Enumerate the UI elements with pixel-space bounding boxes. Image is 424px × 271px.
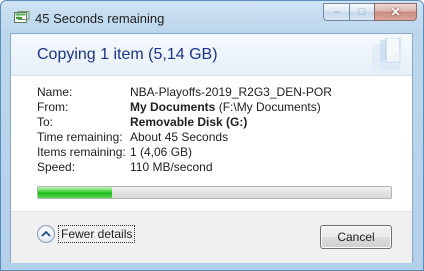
minimize-icon: – — [333, 5, 340, 18]
to-location-link[interactable]: Removable Disk (G:) — [130, 115, 247, 129]
from-path: (F:\My Documents) — [215, 100, 321, 114]
name-value: NBA-Playoffs-2019_R2G3_DEN-POR — [130, 85, 332, 99]
copy-progress-window: 45 Seconds remaining – □ ✕ Copying 1 ite… — [0, 0, 424, 271]
content-pane: Copying 1 item (5,14 GB) Name: NBA-Playo… — [10, 33, 413, 263]
time-remaining-label: Time remaining: — [37, 130, 123, 144]
window-title: 45 Seconds remaining — [35, 11, 165, 26]
name-label: Name: — [37, 85, 73, 99]
speed-label: Speed: — [37, 160, 76, 174]
to-label: To: — [37, 115, 54, 129]
time-remaining-value: About 45 Seconds — [130, 130, 229, 144]
speed-value: 110 MB/second — [130, 160, 213, 174]
dialog-header: Copying 1 item (5,14 GB) — [11, 34, 412, 76]
chevron-up-icon — [37, 225, 55, 243]
items-remaining-label: Items remaining: — [37, 145, 126, 159]
fewer-details-toggle[interactable]: Fewer details — [37, 223, 136, 245]
minimize-button[interactable]: – — [323, 3, 349, 21]
title-bar[interactable]: 45 Seconds remaining – □ ✕ — [1, 1, 423, 33]
close-button[interactable]: ✕ — [374, 3, 417, 21]
progress-fill — [38, 187, 113, 198]
items-remaining-value: 1 (4,06 GB) — [130, 145, 193, 159]
from-location-link[interactable]: My Documents — [130, 100, 215, 114]
from-value: My Documents (F:\My Documents) — [130, 100, 321, 114]
copy-progress-icon — [14, 11, 30, 24]
to-value: Removable Disk (G:) — [130, 115, 247, 129]
caption-buttons: – □ ✕ — [323, 3, 417, 23]
fewer-details-label: Fewer details — [58, 225, 136, 243]
copy-animation-icon — [364, 37, 404, 74]
main-instruction: Copying 1 item (5,14 GB) — [37, 46, 218, 63]
maximize-button[interactable]: □ — [349, 3, 374, 21]
cancel-button[interactable]: Cancel — [320, 225, 392, 249]
copy-progress-bar — [37, 186, 392, 199]
from-label: From: — [37, 100, 69, 114]
maximize-icon: □ — [358, 5, 366, 18]
dialog-footer: Fewer details Cancel — [11, 211, 412, 263]
close-icon: ✕ — [390, 5, 401, 19]
